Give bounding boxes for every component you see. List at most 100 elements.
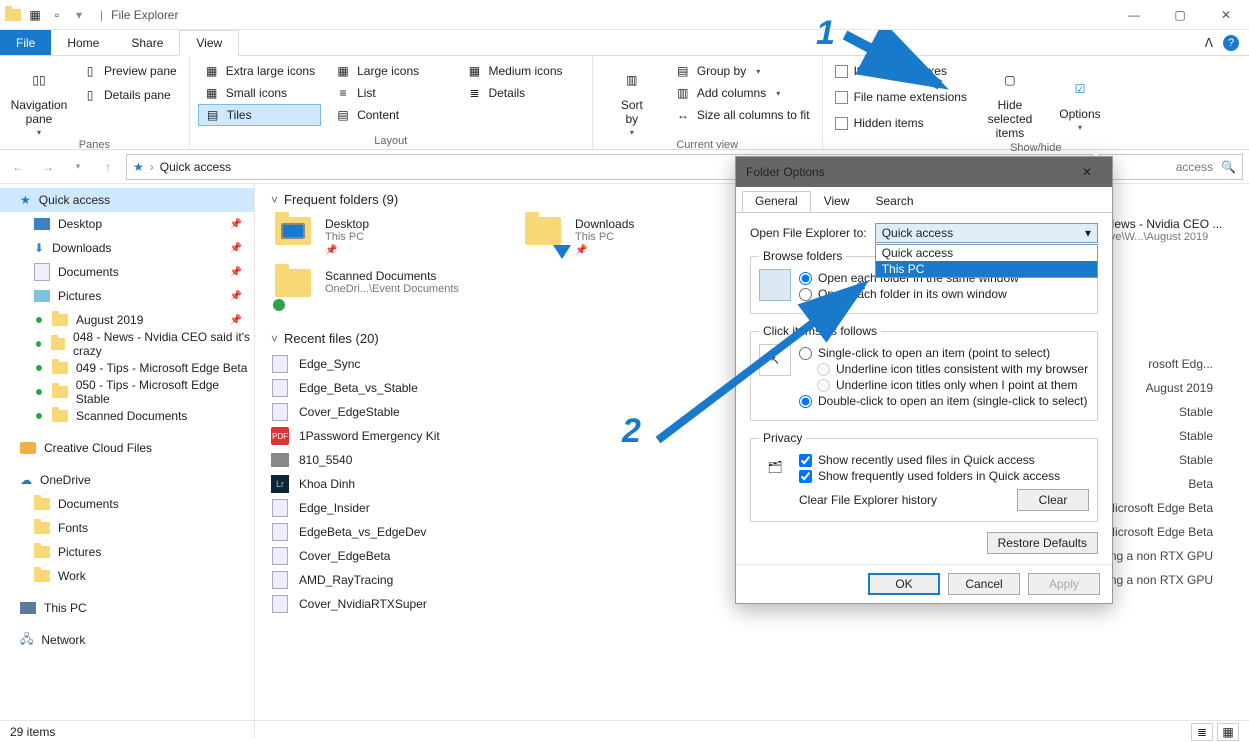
sidebar-item-scanned[interactable]: Scanned Documents bbox=[0, 404, 254, 428]
tile-downloads[interactable]: DownloadsThis PC📌 bbox=[521, 213, 731, 261]
dialog-title-bar[interactable]: Folder Options ✕ bbox=[736, 157, 1112, 187]
file-icon bbox=[271, 379, 289, 397]
view-details-button[interactable]: ≣ bbox=[1191, 723, 1213, 741]
layout-details[interactable]: ≣Details bbox=[460, 82, 583, 104]
browse-folders-icon bbox=[759, 269, 791, 301]
open-explorer-to-dropdown[interactable]: Quick access This PC bbox=[875, 244, 1098, 278]
search-box[interactable]: access 🔍 bbox=[1099, 154, 1243, 180]
navigation-tree[interactable]: ★ Quick access Desktop📌 ⬇Downloads📌 Docu… bbox=[0, 184, 255, 738]
hide-selected-items-button[interactable]: ▢ Hide selected items bbox=[979, 60, 1041, 140]
layout-extra-large[interactable]: ▦Extra large icons bbox=[198, 60, 321, 82]
combo-option-thispc[interactable]: This PC bbox=[876, 261, 1097, 277]
pdf-icon: PDF bbox=[271, 427, 289, 445]
tab-share[interactable]: Share bbox=[115, 30, 179, 55]
onedrive-icon: ☁ bbox=[20, 473, 32, 487]
sidebar-item-quick-access[interactable]: ★ Quick access bbox=[0, 188, 254, 212]
show-recent-files-check[interactable]: Show recently used files in Quick access bbox=[799, 453, 1089, 467]
sort-by-button[interactable]: ▥ Sort by ▾ bbox=[601, 60, 663, 137]
layout-content[interactable]: ▤Content bbox=[329, 104, 452, 126]
details-pane-button[interactable]: ▯Details pane bbox=[78, 84, 181, 106]
dialog-close-button[interactable]: ✕ bbox=[1072, 165, 1102, 179]
help-icon[interactable]: ? bbox=[1223, 35, 1239, 51]
preview-pane-button[interactable]: ▯Preview pane bbox=[78, 60, 181, 82]
sidebar-item-this-pc[interactable]: This PC bbox=[0, 596, 254, 620]
sidebar-item-desktop[interactable]: Desktop📌 bbox=[0, 212, 254, 236]
sidebar-item-onedrive[interactable]: ☁OneDrive bbox=[0, 468, 254, 492]
file-name-extensions-toggle[interactable]: File name extensions bbox=[831, 86, 971, 108]
sidebar-item-ccf[interactable]: Creative Cloud Files bbox=[0, 436, 254, 460]
window-maximize-button[interactable]: ▢ bbox=[1157, 0, 1203, 30]
pin-icon: 📌 bbox=[230, 315, 242, 326]
navigation-pane-button[interactable]: ▯▯ Navigation pane ▾ bbox=[8, 60, 70, 137]
sidebar-item-od-pictures[interactable]: Pictures bbox=[0, 540, 254, 564]
folder-icon bbox=[34, 546, 50, 558]
folder-icon bbox=[34, 522, 50, 534]
restore-defaults-button[interactable]: Restore Defaults bbox=[987, 532, 1098, 554]
quick-access-toolbar: ▦ ▫ ▾ bbox=[0, 6, 92, 24]
pictures-icon bbox=[34, 290, 50, 302]
window-close-button[interactable]: ✕ bbox=[1203, 0, 1249, 30]
sidebar-item-network[interactable]: 🖧Network bbox=[0, 628, 254, 652]
view-largeicons-button[interactable]: ▦ bbox=[1217, 723, 1239, 741]
sidebar-item-pictures[interactable]: Pictures📌 bbox=[0, 284, 254, 308]
ribbon-body: ▯▯ Navigation pane ▾ ▯Preview pane ▯Deta… bbox=[0, 56, 1249, 150]
sidebar-item-049[interactable]: 049 - Tips - Microsoft Edge Beta bbox=[0, 356, 254, 380]
pin-icon: 📌 bbox=[230, 219, 242, 230]
qat-dropdown-icon[interactable]: ▾ bbox=[70, 6, 88, 24]
options-button[interactable]: ☑ Options ▾ bbox=[1049, 60, 1111, 140]
sidebar-item-od-work[interactable]: Work bbox=[0, 564, 254, 588]
dialog-tab-view[interactable]: View bbox=[811, 191, 863, 212]
sidebar-item-048[interactable]: 048 - News - Nvidia CEO said it's crazy bbox=[0, 332, 254, 356]
chevron-down-icon: ˅ bbox=[271, 193, 278, 207]
tab-view[interactable]: View bbox=[179, 30, 239, 56]
dialog-tab-general[interactable]: General bbox=[742, 191, 811, 212]
dialog-tab-search[interactable]: Search bbox=[863, 191, 927, 212]
ribbon-collapse-icon[interactable]: ᐱ bbox=[1205, 36, 1213, 50]
layout-large[interactable]: ▦Large icons bbox=[329, 60, 452, 82]
apply-button[interactable]: Apply bbox=[1028, 573, 1100, 595]
size-columns-button[interactable]: ↔Size all columns to fit bbox=[671, 104, 814, 126]
tab-file[interactable]: File bbox=[0, 30, 51, 55]
breadcrumb-text[interactable]: Quick access bbox=[160, 160, 231, 174]
add-columns-button[interactable]: ▥Add columns▾ bbox=[671, 82, 814, 104]
qat-newfolder-icon[interactable]: ▫ bbox=[48, 6, 66, 24]
sidebar-item-documents[interactable]: Documents📌 bbox=[0, 260, 254, 284]
single-click-radio[interactable]: Single-click to open an item (point to s… bbox=[799, 346, 1088, 360]
folder-icon bbox=[52, 386, 68, 398]
group-by-button[interactable]: ▤Group by▾ bbox=[671, 60, 814, 82]
layout-small[interactable]: ▦Small icons bbox=[198, 82, 321, 104]
combo-option-quickaccess[interactable]: Quick access bbox=[876, 245, 1097, 261]
checkbox-icon bbox=[835, 65, 848, 78]
file-icon bbox=[271, 499, 289, 517]
back-button[interactable]: ← bbox=[6, 155, 30, 179]
folder-icon bbox=[51, 338, 65, 350]
qat-properties-icon[interactable]: ▦ bbox=[26, 6, 44, 24]
window-minimize-button[interactable]: — bbox=[1111, 0, 1157, 30]
sync-badge-icon bbox=[34, 315, 44, 325]
forward-button[interactable]: → bbox=[36, 155, 60, 179]
up-button[interactable]: ↑ bbox=[96, 155, 120, 179]
double-click-radio[interactable]: Double-click to open an item (single-cli… bbox=[799, 394, 1088, 408]
hidden-items-toggle[interactable]: Hidden items bbox=[831, 112, 971, 134]
privacy-icon: 🗂 bbox=[759, 451, 791, 483]
show-frequent-folders-check[interactable]: Show frequently used folders in Quick ac… bbox=[799, 469, 1089, 483]
open-explorer-to-combo[interactable]: Quick access ▾ Quick access This PC bbox=[875, 223, 1098, 243]
tile-desktop[interactable]: DesktopThis PC📌 bbox=[271, 213, 481, 261]
sidebar-item-od-documents[interactable]: Documents bbox=[0, 492, 254, 516]
search-icon: 🔍 bbox=[1221, 160, 1236, 174]
ok-button[interactable]: OK bbox=[868, 573, 940, 595]
recent-locations-button[interactable]: ▾ bbox=[66, 155, 90, 179]
sidebar-item-downloads[interactable]: ⬇Downloads📌 bbox=[0, 236, 254, 260]
browse-own-window-radio[interactable]: Open each folder in its own window bbox=[799, 287, 1019, 301]
sidebar-item-od-fonts[interactable]: Fonts bbox=[0, 516, 254, 540]
layout-list[interactable]: ≡List bbox=[329, 82, 452, 104]
sidebar-item-050[interactable]: 050 - Tips - Microsoft Edge Stable bbox=[0, 380, 254, 404]
layout-medium[interactable]: ▦Medium icons bbox=[460, 60, 583, 82]
cancel-button[interactable]: Cancel bbox=[948, 573, 1020, 595]
tile-scanned[interactable]: Scanned DocumentsOneDri...\Event Documen… bbox=[271, 265, 481, 313]
clear-button[interactable]: Clear bbox=[1017, 489, 1089, 511]
sidebar-item-august2019[interactable]: August 2019📌 bbox=[0, 308, 254, 332]
tab-home[interactable]: Home bbox=[51, 30, 115, 55]
item-check-boxes-toggle[interactable]: Item check boxes bbox=[831, 60, 971, 82]
layout-tiles[interactable]: ▤Tiles bbox=[198, 104, 321, 126]
